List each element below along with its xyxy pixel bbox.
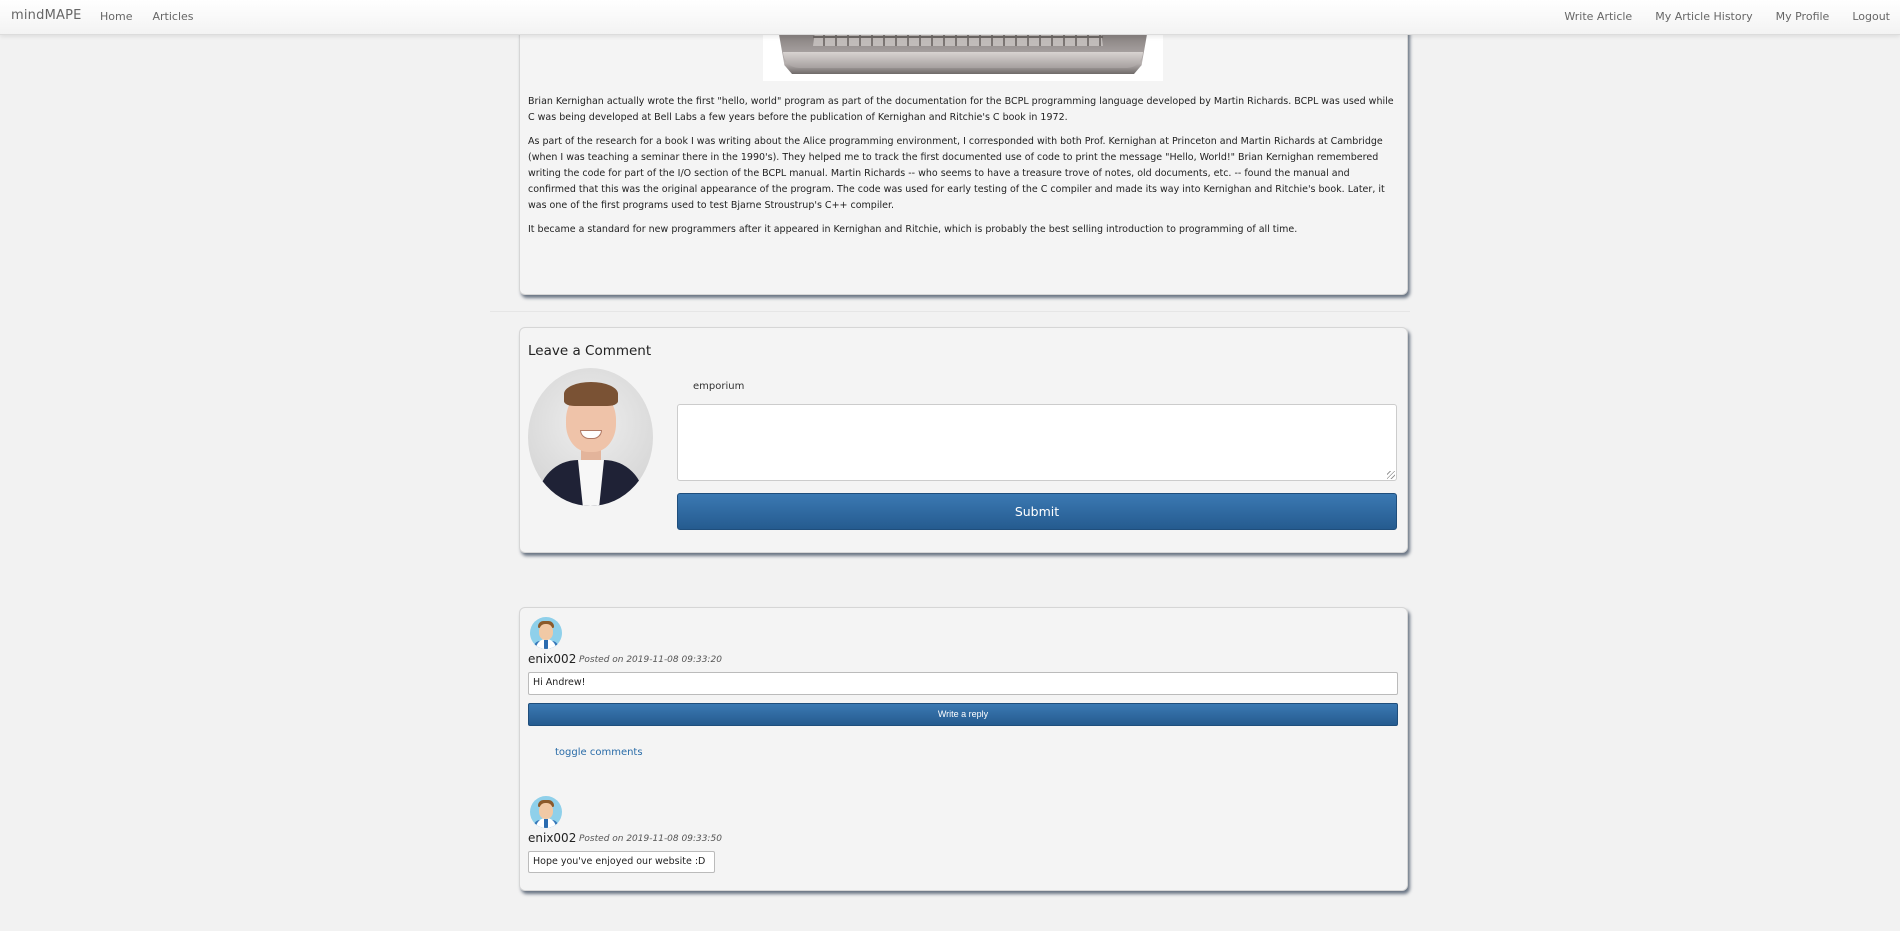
comment-date: Posted on 2019-11-08 09:33:50	[579, 834, 722, 844]
brand-logo[interactable]: mindMAPE	[11, 8, 82, 23]
comment-text: Hope you've enjoyed our website :D	[528, 851, 715, 873]
user-profile-photo	[528, 368, 653, 506]
nav-logout-link[interactable]: Logout	[1852, 10, 1890, 23]
comment-username: emporium	[693, 381, 745, 392]
textarea-resize-handle[interactable]	[1387, 471, 1395, 479]
article-body: Brian Kernighan actually wrote the first…	[528, 94, 1400, 246]
toggle-comments-link[interactable]: toggle comments	[555, 747, 643, 758]
article-paragraph: As part of the research for a book I was…	[528, 136, 1385, 211]
nav-my-profile-link[interactable]: My Profile	[1776, 10, 1830, 23]
nav-right: Write Article My Article History My Prof…	[1564, 10, 1890, 23]
comment-form-heading: Leave a Comment	[528, 343, 652, 359]
keyboard-key-row	[813, 36, 1103, 38]
comment-author[interactable]: enix002	[528, 652, 576, 666]
article-paragraph: It became a standard for new programmers…	[528, 224, 1298, 235]
write-reply-button[interactable]: Write a reply	[528, 703, 1398, 726]
nav-article-history-link[interactable]: My Article History	[1655, 10, 1752, 23]
comment-textarea[interactable]	[677, 404, 1397, 481]
nav-write-article-link[interactable]: Write Article	[1564, 10, 1632, 23]
comment-form-card: Leave a Comment emporium Submit	[519, 327, 1408, 553]
commenter-avatar-icon	[530, 617, 562, 649]
nav-articles-link[interactable]: Articles	[152, 10, 193, 23]
comment-author[interactable]: enix002	[528, 831, 576, 845]
comment-date: Posted on 2019-11-08 09:33:20	[579, 655, 722, 665]
comments-card: enix002 Posted on 2019-11-08 09:33:20 Hi…	[519, 607, 1408, 891]
comment-text: Hi Andrew!	[528, 672, 1398, 695]
article-card: Brian Kernighan actually wrote the first…	[519, 0, 1408, 295]
nav-left: Home Articles	[100, 10, 194, 23]
nav-home-link[interactable]: Home	[100, 10, 132, 23]
top-navbar: mindMAPE Home Articles Write Article My …	[0, 0, 1900, 35]
commenter-avatar-icon	[530, 796, 562, 828]
article-paragraph: Brian Kernighan actually wrote the first…	[528, 96, 1394, 123]
section-divider	[490, 311, 1410, 312]
submit-comment-button[interactable]: Submit	[677, 493, 1397, 530]
keyboard-edge	[783, 52, 1143, 68]
